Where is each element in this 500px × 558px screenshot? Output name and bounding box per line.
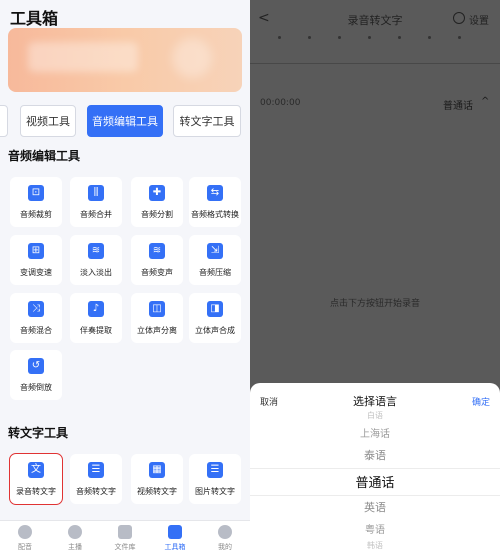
record-to-text-icon: 文	[28, 462, 44, 478]
tab-partial[interactable]	[0, 105, 8, 137]
settings-button[interactable]: 设置	[469, 12, 489, 27]
folder-icon	[118, 525, 132, 539]
tool-tile[interactable]: ▦ 视频转文字	[131, 454, 183, 504]
nav-item[interactable]: 文件库	[105, 525, 145, 552]
gear-icon[interactable]	[453, 12, 465, 24]
confirm-button[interactable]: 确定	[472, 395, 490, 408]
nav-label: 我的	[218, 543, 232, 551]
image-to-text-icon: ☰	[207, 462, 223, 478]
tool-tile[interactable]: ◨ 立体声合成	[189, 293, 241, 343]
tool-label: 音频变声	[141, 268, 173, 277]
tool-label: 音频转文字	[76, 487, 116, 496]
bottom-nav: 配音 主播 文件库 工具箱 我的	[0, 520, 250, 558]
audio-to-text-icon: ☰	[88, 462, 104, 478]
tool-tile[interactable]: ⫼ 音频合并	[70, 177, 122, 227]
recording-time: 00:00:00	[260, 98, 301, 108]
record-to-text-screen: < 录音转文字 设置 00:00:00 普通话 ^ 点击下方按钮开始录音 取消 …	[250, 0, 500, 558]
tool-tile[interactable]: ≋ 淡入淡出	[70, 235, 122, 285]
extract-icon: ♪	[88, 301, 104, 317]
anchor-icon	[68, 525, 82, 539]
nav-label: 工具箱	[164, 543, 186, 551]
stereo-merge-icon: ◨	[207, 301, 223, 317]
tool-tile[interactable]: 文录音转文字	[9, 453, 63, 505]
tab-video-tools[interactable]: 视频工具	[20, 105, 76, 137]
tool-tile[interactable]: ⊞ 变调变速	[10, 235, 62, 285]
tool-label: 变调变速	[20, 268, 52, 277]
record-hint: 点击下方按钮开始录音	[329, 299, 420, 309]
tab-to-text-tools[interactable]: 转文字工具	[173, 105, 241, 137]
toolbox-screen: 工具箱 视频工具 音频编辑工具 转文字工具 音频编辑工具 ⊡ 音频裁剪 ⫼ 音频合并 ✚…	[0, 0, 250, 558]
tool-label: 音频合并	[80, 210, 112, 219]
chevron-up-icon[interactable]: ^	[481, 96, 489, 107]
tool-label: 音频裁剪	[20, 210, 52, 219]
tool-label: 音频压缩	[199, 268, 231, 277]
tool-tile[interactable]: ⇆ 音频格式转换	[189, 177, 241, 227]
tool-label: 伴奏提取	[80, 326, 112, 335]
page-title: 工具箱	[10, 9, 59, 28]
tool-tile[interactable]: ⇲ 音频压缩	[189, 235, 241, 285]
language-picker-sheet: 取消 选择语言 确定 白语 上海话 泰语 普通话 英语 粤语 韩语	[250, 383, 500, 558]
tool-label: 淡入淡出	[80, 268, 112, 277]
category-tabs: 视频工具 音频编辑工具 转文字工具	[0, 105, 250, 137]
nav-label: 主播	[68, 543, 82, 551]
stereo-split-icon: ◫	[149, 301, 165, 317]
nav-label: 文件库	[114, 543, 136, 551]
tool-label: 视频转文字	[137, 487, 177, 496]
mix-icon: ⤨	[28, 301, 44, 317]
text-section-title: 转文字工具	[8, 426, 69, 440]
voice-change-icon: ≋	[149, 243, 165, 259]
language-selector[interactable]: 普通话	[443, 97, 473, 112]
dubbing-icon	[18, 525, 32, 539]
tool-tile[interactable]: ↺ 音频倒放	[10, 350, 62, 400]
reverse-icon: ↺	[28, 358, 44, 374]
audio-section-title: 音频编辑工具	[8, 149, 81, 163]
sheet-title: 选择语言	[353, 395, 397, 408]
tool-label: 音频倒放	[20, 383, 52, 392]
tool-label: 录音转文字	[16, 487, 56, 496]
video-to-text-icon: ▦	[149, 462, 165, 478]
tool-tile[interactable]: ☰ 音频转文字	[70, 454, 122, 504]
tool-tile[interactable]: ≋ 音频变声	[131, 235, 183, 285]
tool-tile[interactable]: ◫ 立体声分离	[131, 293, 183, 343]
speed-icon: ⊞	[28, 243, 44, 259]
tab-audio-edit-tools[interactable]: 音频编辑工具	[87, 105, 163, 137]
divider	[250, 63, 500, 64]
nav-item[interactable]: 我的	[205, 525, 245, 552]
fade-icon: ≋	[88, 243, 104, 259]
tool-tile[interactable]: ☰ 图片转文字	[189, 454, 241, 504]
compress-icon: ⇲	[207, 243, 223, 259]
crop-icon: ⊡	[28, 185, 44, 201]
language-option[interactable]: 白语	[250, 410, 500, 421]
tool-tile[interactable]: ⊡ 音频裁剪	[10, 177, 62, 227]
nav-item[interactable]: 主播	[55, 525, 95, 552]
profile-icon	[218, 525, 232, 539]
language-option[interactable]: 韩语	[250, 540, 500, 551]
language-option[interactable]: 上海话	[250, 425, 500, 440]
tool-label: 音频混合	[20, 326, 52, 335]
nav-item[interactable]: 工具箱	[155, 525, 195, 552]
language-option[interactable]: 粤语	[250, 521, 500, 536]
tool-label: 音频分割	[141, 210, 173, 219]
split-icon: ✚	[149, 185, 165, 201]
tool-label: 图片转文字	[195, 487, 235, 496]
nav-item[interactable]: 配音	[5, 525, 45, 552]
language-option[interactable]: 普通话	[250, 472, 500, 491]
toolbox-icon	[168, 525, 182, 539]
convert-icon: ⇆	[207, 185, 223, 201]
merge-icon: ⫼	[88, 185, 104, 201]
language-option[interactable]: 泰语	[250, 447, 500, 463]
promo-banner[interactable]	[8, 28, 242, 92]
tool-tile[interactable]: ♪ 伴奏提取	[70, 293, 122, 343]
timeline-ticks	[250, 32, 500, 44]
nav-label: 配音	[18, 543, 32, 551]
language-option[interactable]: 英语	[250, 499, 500, 515]
tool-label: 立体声合成	[195, 326, 235, 335]
tool-label: 音频格式转换	[191, 210, 239, 219]
tool-tile[interactable]: ⤨ 音频混合	[10, 293, 62, 343]
tool-label: 立体声分离	[137, 326, 177, 335]
tool-tile[interactable]: ✚ 音频分割	[131, 177, 183, 227]
